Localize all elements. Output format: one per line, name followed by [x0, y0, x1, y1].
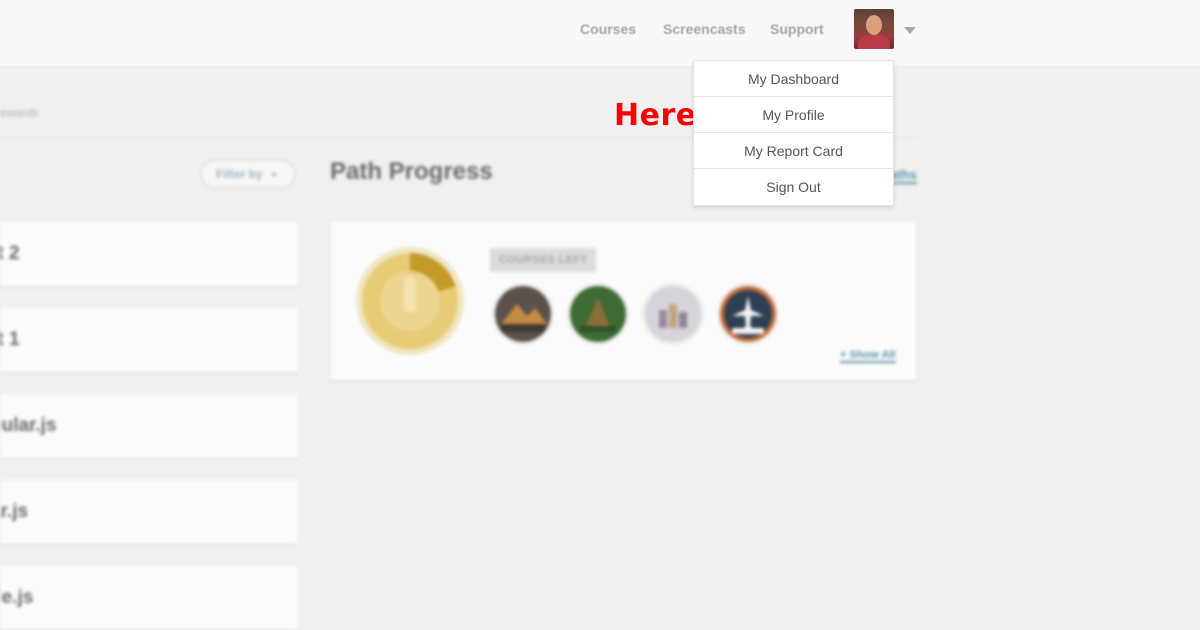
course-card[interactable]: rt 2 — [0, 222, 298, 286]
path-progress-title: Path Progress — [330, 158, 493, 185]
site-header: Courses Screencasts Support — [0, 0, 1200, 67]
course-badge-forest[interactable] — [570, 286, 626, 342]
course-title: de.js — [0, 587, 34, 608]
menu-item-my-dashboard[interactable]: My Dashboard — [694, 61, 893, 97]
courses-left-label: COURSES LEFT — [490, 248, 596, 272]
show-all-link[interactable]: + Show All — [840, 349, 896, 363]
course-card[interactable]: de.js — [0, 566, 298, 630]
path-progress-card: COURSES LEFT + Show All — [330, 222, 916, 380]
course-badge-jquery-plane[interactable] — [720, 286, 776, 342]
filter-dropdown[interactable]: Filter by — [200, 159, 296, 189]
course-card[interactable]: rt 1 — [0, 308, 298, 372]
view-paths-link[interactable]: aths — [890, 167, 917, 184]
course-badge-city[interactable] — [645, 286, 701, 342]
menu-item-my-report-card[interactable]: My Report Card — [694, 133, 893, 169]
breadcrumb[interactable]: ewards — [0, 106, 39, 120]
user-menu-dropdown: My Dashboard My Profile My Report Card S… — [693, 60, 894, 206]
menu-item-sign-out[interactable]: Sign Out — [694, 169, 893, 205]
course-title: rt 1 — [0, 329, 20, 350]
course-badge-mountains[interactable] — [495, 286, 551, 342]
path-badge[interactable] — [355, 246, 465, 356]
course-title: rt 2 — [0, 243, 20, 264]
filter-label: Filter by — [216, 167, 263, 181]
course-card[interactable]: ar.js — [0, 480, 298, 544]
nav-support[interactable]: Support — [770, 21, 824, 37]
menu-item-my-profile[interactable]: My Profile — [694, 97, 893, 133]
chevron-down-icon[interactable] — [904, 27, 916, 34]
course-card[interactable]: gular.js — [0, 394, 298, 458]
nav-courses[interactable]: Courses — [580, 21, 636, 37]
course-title: ar.js — [0, 501, 29, 522]
user-avatar[interactable] — [854, 9, 894, 49]
caret-down-icon — [270, 172, 277, 177]
nav-screencasts[interactable]: Screencasts — [663, 21, 746, 37]
course-title: gular.js — [0, 415, 57, 436]
